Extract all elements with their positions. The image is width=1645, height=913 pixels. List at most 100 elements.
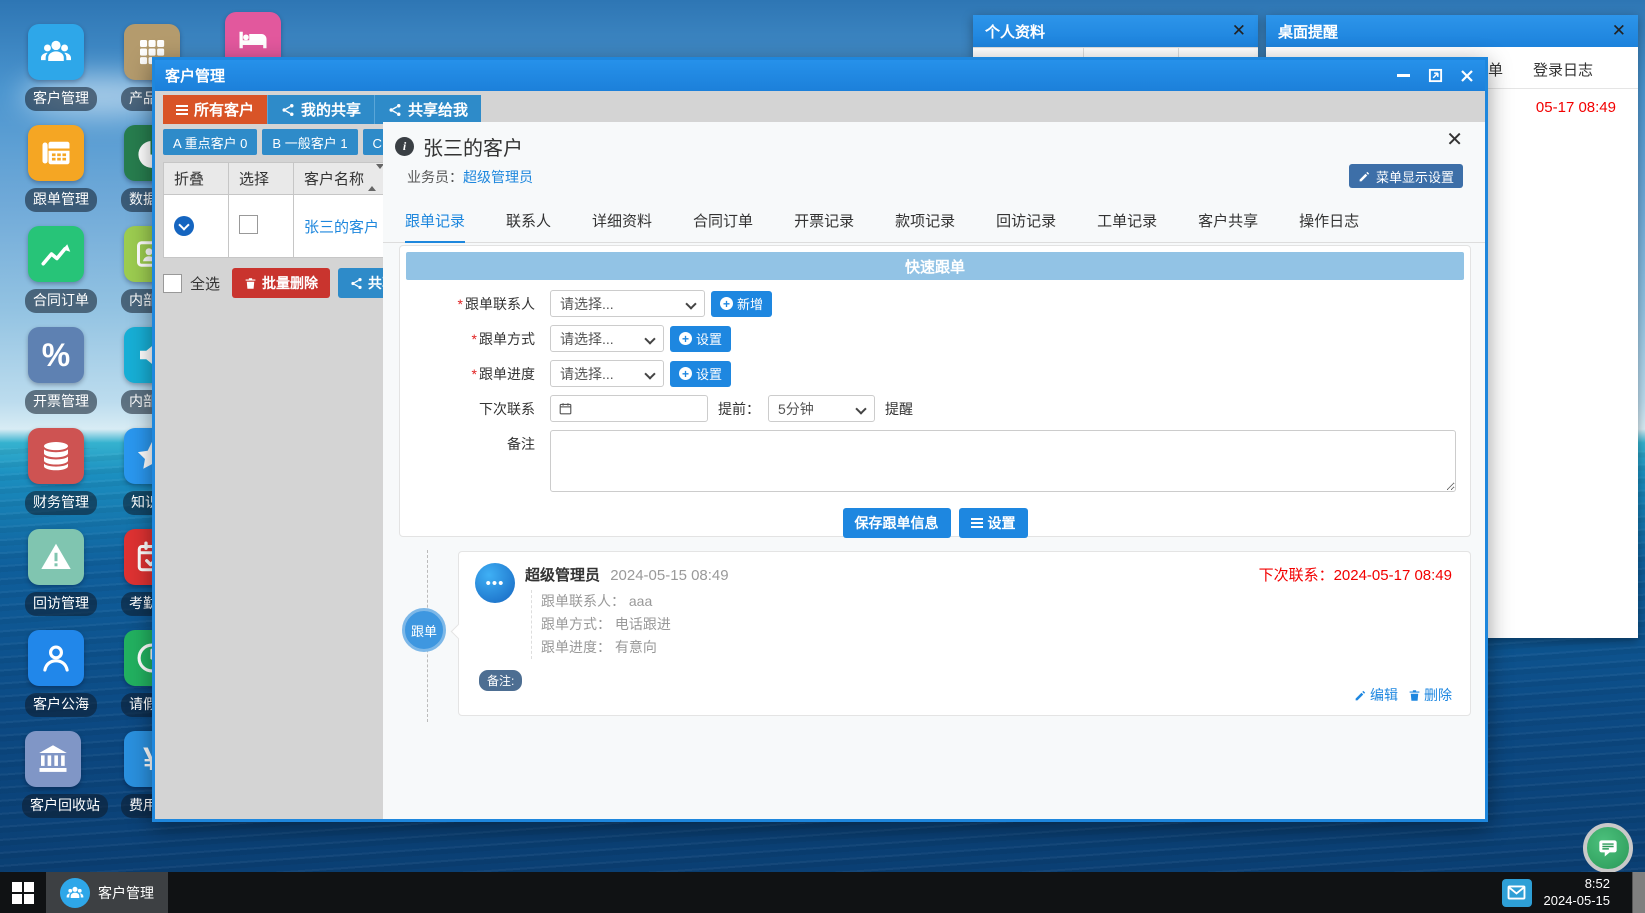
- customer-mgmt-window: 客户管理 所有客户 我的共享: [152, 57, 1488, 822]
- tab-details[interactable]: 详细资料: [592, 201, 652, 242]
- percent-glyph: %: [42, 339, 70, 371]
- desktop-icon-order-follow[interactable]: 跟单管理: [25, 125, 87, 212]
- progress-settings-button[interactable]: +设置: [670, 361, 731, 387]
- batch-delete-button[interactable]: 批量删除: [232, 268, 330, 298]
- row-checkbox[interactable]: [239, 215, 258, 234]
- desktop-icon-revisit-mgmt[interactable]: 回访管理: [25, 529, 87, 616]
- ahead-select[interactable]: 5分钟: [768, 395, 875, 422]
- shared-to-me-button[interactable]: 共享给我: [374, 95, 481, 124]
- close-icon[interactable]: ✕: [1446, 127, 1463, 152]
- select-all-checkbox[interactable]: [163, 274, 182, 293]
- desktop-icon-label: 开票管理: [25, 390, 97, 414]
- chevron-down-icon: [644, 333, 655, 344]
- contact-select[interactable]: 请选择...: [550, 290, 705, 317]
- reminder-panel-title: 桌面提醒: [1278, 21, 1338, 42]
- menu-display-settings-button[interactable]: 菜单显示设置: [1349, 164, 1463, 188]
- salesman-link[interactable]: 超级管理员: [463, 169, 533, 185]
- tab-contacts[interactable]: 联系人: [506, 201, 551, 242]
- tab-operation-log[interactable]: 操作日志: [1299, 201, 1359, 242]
- quick-follow-header: 快速跟单: [406, 252, 1464, 280]
- chat-bubble-icon: [1595, 835, 1621, 861]
- edit-icon: [1354, 689, 1367, 702]
- desktop-icon-finance-mgmt[interactable]: 财务管理: [25, 428, 87, 515]
- window-title: 客户管理: [165, 65, 225, 86]
- tab-follow-records[interactable]: 跟单记录: [405, 201, 465, 243]
- plus-icon: +: [679, 332, 692, 345]
- add-contact-button[interactable]: +新增: [711, 291, 772, 317]
- percent-icon: %: [28, 327, 84, 383]
- trash-icon: [1408, 689, 1421, 702]
- save-follow-button[interactable]: 保存跟单信息: [843, 508, 951, 538]
- desktop-icon-contract-order[interactable]: 合同订单: [25, 226, 87, 313]
- record-contact-line: 跟单联系人： aaa: [541, 590, 671, 613]
- minimize-icon[interactable]: [1395, 68, 1411, 84]
- mail-tray-icon[interactable]: [1502, 879, 1532, 907]
- desktop-icon-label: 客户管理: [25, 87, 97, 111]
- desktop-icon-label: 合同订单: [25, 289, 97, 313]
- share-icon: [350, 277, 363, 290]
- maximize-icon[interactable]: [1427, 68, 1443, 84]
- chat-fab-button[interactable]: [1583, 823, 1633, 873]
- all-customers-button[interactable]: 所有客户: [163, 95, 267, 124]
- card-notch: [451, 624, 467, 640]
- plus-icon: +: [720, 297, 733, 310]
- col-header-select[interactable]: 选择: [229, 163, 294, 195]
- note-textarea[interactable]: [550, 430, 1456, 492]
- tab-invoice-records[interactable]: 开票记录: [794, 201, 854, 242]
- calendar-icon: [559, 402, 572, 415]
- taskbar-app-customer-mgmt[interactable]: 客户管理: [46, 872, 168, 913]
- close-icon[interactable]: ✕: [1232, 21, 1246, 41]
- database-icon: [28, 428, 84, 484]
- sort-icon[interactable]: [368, 169, 384, 186]
- follow-badge: 跟单: [402, 608, 446, 652]
- form-settings-button[interactable]: 设置: [959, 508, 1028, 538]
- reminder-tab-partial[interactable]: 单: [1488, 59, 1503, 80]
- next-contact-label: 下次联系: [479, 401, 535, 417]
- person-icon: [28, 630, 84, 686]
- delete-record-link[interactable]: 删除: [1408, 685, 1452, 705]
- bank-icon: [25, 731, 81, 787]
- taskbar-clock[interactable]: 8:52 2024-05-15: [1544, 876, 1611, 910]
- remind-label: 提醒: [885, 399, 913, 419]
- customer-name-link[interactable]: 张三的客户: [304, 219, 379, 236]
- profile-panel-titlebar: 个人资料 ✕: [973, 15, 1258, 47]
- customer-toolbar: 所有客户 我的共享 共享给我: [163, 95, 481, 124]
- system-tray: 8:52 2024-05-15: [1502, 872, 1645, 913]
- close-icon[interactable]: [1459, 68, 1475, 84]
- info-icon: i: [395, 137, 414, 156]
- chevron-down-icon: [685, 298, 696, 309]
- desktop-icon-recycle-bin[interactable]: 客户回收站: [22, 731, 84, 818]
- line-chart-icon: [28, 226, 84, 282]
- desktop-icon-customer-pool[interactable]: 客户公海: [25, 630, 87, 717]
- method-settings-button[interactable]: +设置: [670, 326, 731, 352]
- fold-chevron-icon[interactable]: [174, 216, 194, 236]
- edit-icon: [1358, 170, 1371, 183]
- customer-detail-modal: ✕ i 张三的客户 业务员：超级管理员 菜单显示设置 跟单记录 联系人 详细资料…: [383, 122, 1485, 819]
- reminder-tab-login-log[interactable]: 登录日志: [1533, 59, 1593, 80]
- desktop-icon-customer-mgmt[interactable]: 客户管理: [25, 24, 87, 111]
- modal-title: 张三的客户: [423, 132, 523, 161]
- category-b-button[interactable]: B 一般客户 1: [262, 129, 357, 155]
- show-desktop-button[interactable]: [1632, 872, 1645, 913]
- tab-revisit-records[interactable]: 回访记录: [996, 201, 1056, 242]
- col-header-fold[interactable]: 折叠: [164, 163, 229, 195]
- progress-select[interactable]: 请选择...: [550, 360, 664, 387]
- people-icon: [28, 24, 84, 80]
- method-select[interactable]: 请选择...: [550, 325, 664, 352]
- salesman-row: 业务员：超级管理员: [383, 161, 1485, 187]
- window-content: 所有客户 我的共享 共享给我 A 重点客户 0 B 一般客户 1 C 渠道客户 …: [155, 91, 1485, 819]
- edit-record-link[interactable]: 编辑: [1354, 685, 1398, 705]
- my-share-button[interactable]: 我的共享: [267, 95, 374, 124]
- close-icon[interactable]: ✕: [1612, 21, 1626, 41]
- start-button[interactable]: [0, 872, 46, 913]
- tab-work-orders[interactable]: 工单记录: [1097, 201, 1157, 242]
- desktop-icon-label: 客户回收站: [22, 794, 108, 818]
- tab-customer-share[interactable]: 客户共享: [1198, 201, 1258, 242]
- desktop-icon-invoice-mgmt[interactable]: % 开票管理: [25, 327, 87, 414]
- category-a-button[interactable]: A 重点客户 0: [163, 129, 257, 155]
- desktop-icon-label: 客户公海: [25, 693, 97, 717]
- tab-payment-records[interactable]: 款项记录: [895, 201, 955, 242]
- tab-contract-orders[interactable]: 合同订单: [693, 201, 753, 242]
- plus-icon: +: [679, 367, 692, 380]
- next-contact-date-input[interactable]: [550, 395, 708, 422]
